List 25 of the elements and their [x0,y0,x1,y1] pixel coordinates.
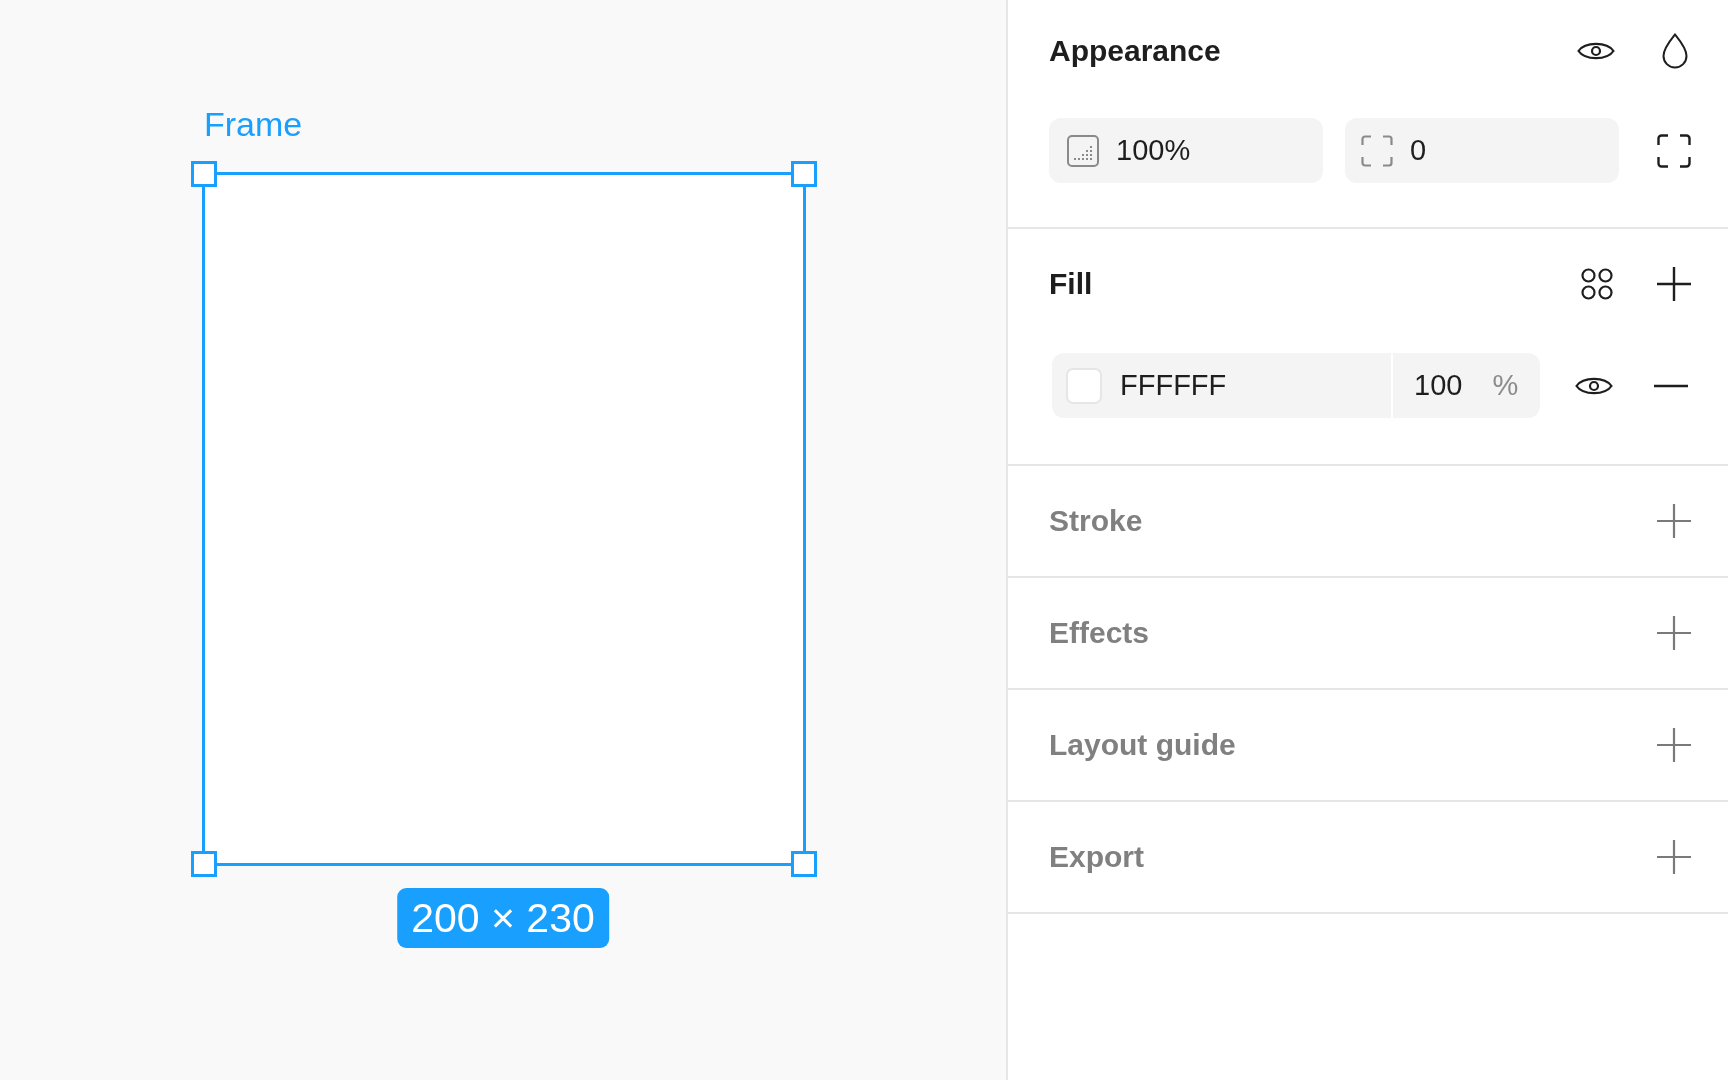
section-title: Fill [1049,267,1093,301]
frame-label[interactable]: Frame [204,104,303,144]
section-title[interactable]: Export [1049,840,1144,874]
opacity-field[interactable]: 100% [1049,118,1323,183]
size-label: 200 × 230 [397,888,609,948]
resize-handle[interactable] [791,161,817,187]
section-title: Appearance [1049,34,1221,68]
resize-handle[interactable] [191,161,217,187]
plus-icon[interactable] [1657,267,1691,301]
section-title[interactable]: Layout guide [1049,728,1236,762]
corners-icon[interactable] [1657,133,1691,168]
corner-radius-icon [1361,134,1393,167]
opacity-icon [1067,134,1099,167]
section-title[interactable]: Effects [1049,616,1150,650]
resize-handle[interactable] [191,851,217,877]
unit-label: % [1492,369,1519,402]
color-swatch-icon[interactable] [1066,367,1102,404]
fill-opacity-field[interactable]: 100 % [1391,353,1540,418]
section-title[interactable]: Stroke [1049,504,1143,538]
four-circles-icon[interactable] [1580,267,1614,301]
corner-radius-field[interactable]: 0 [1345,118,1619,183]
hex-field[interactable]: FFFFFF [1052,353,1391,418]
resize-handle[interactable] [791,851,817,877]
drop-icon[interactable] [1661,33,1689,69]
minus-icon[interactable] [1654,383,1688,388]
